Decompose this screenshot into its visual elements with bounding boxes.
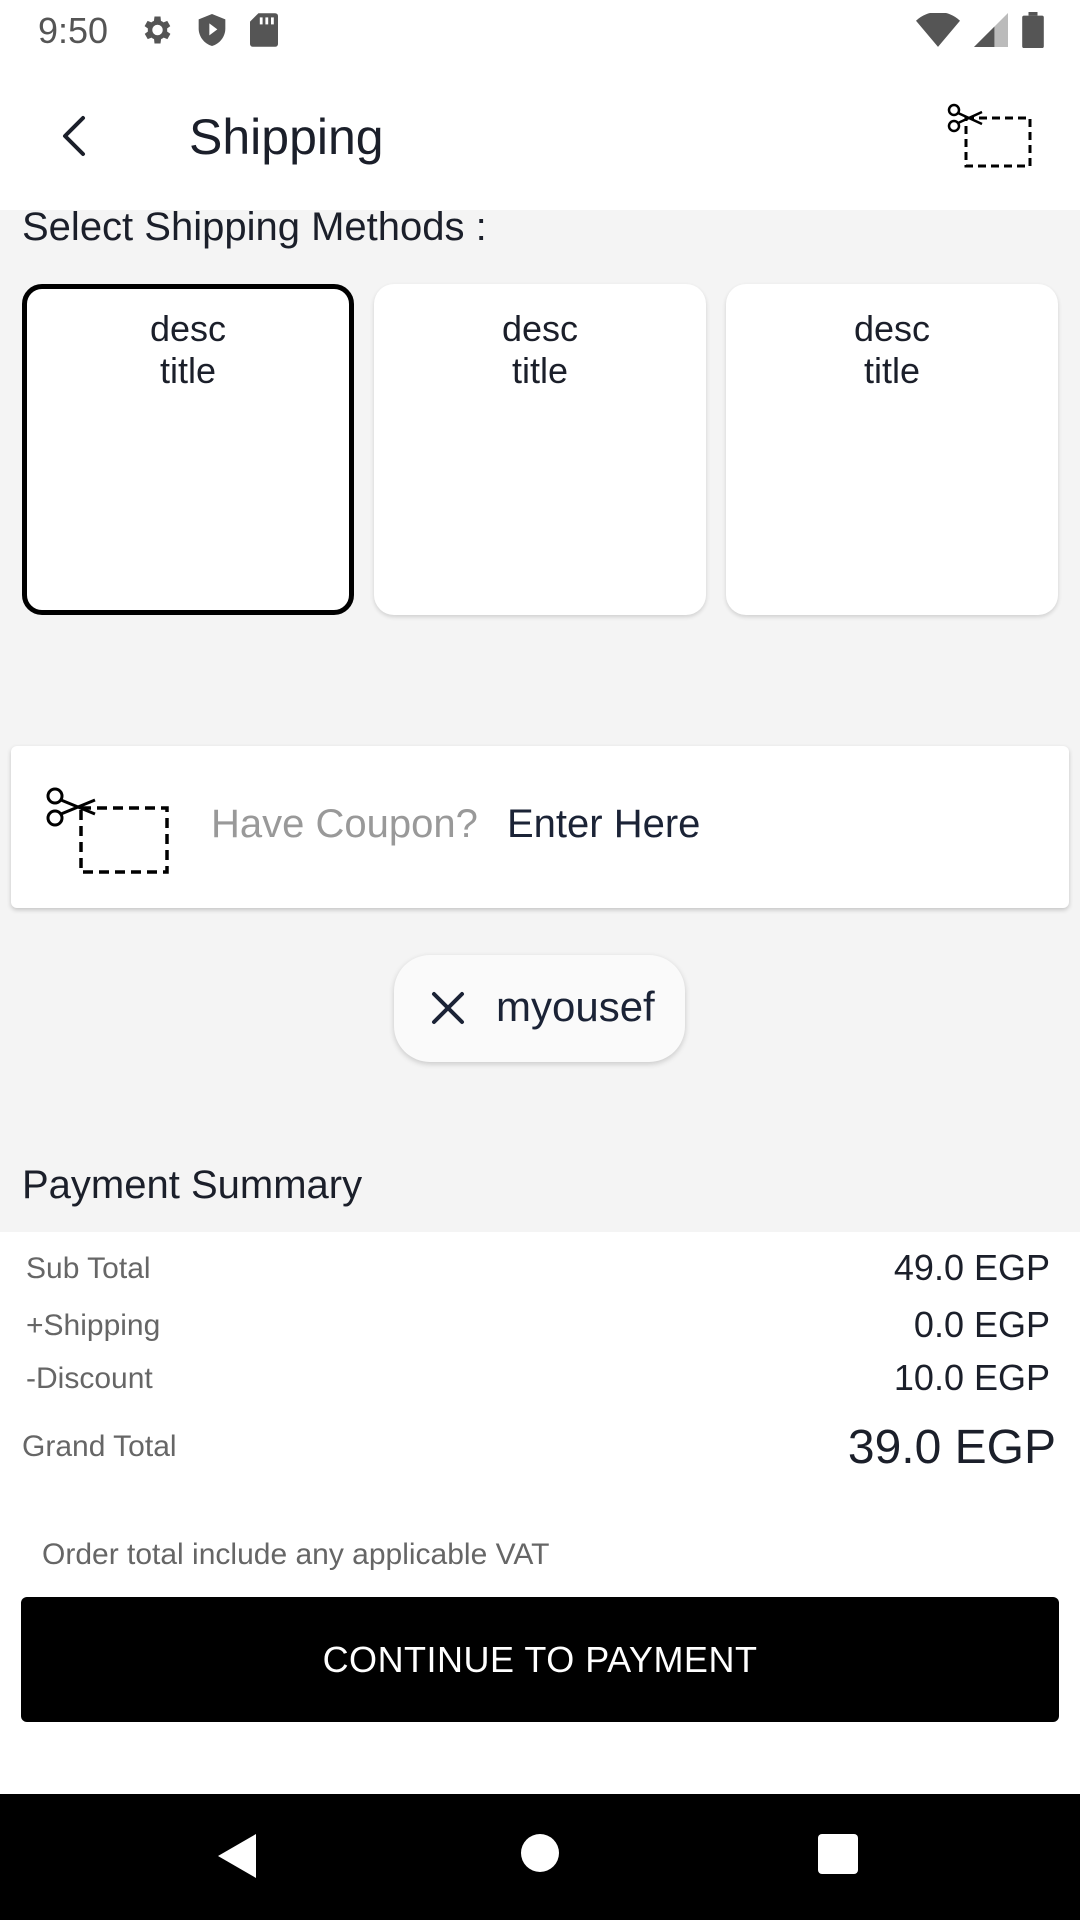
shipping-method-card-1[interactable]: desc title — [22, 284, 354, 615]
chevron-left-icon — [63, 116, 85, 156]
coupon-input-box[interactable]: Have Coupon? Enter Here — [11, 746, 1069, 908]
subtotal-value: 49.0 EGP — [893, 1247, 1050, 1288]
method-desc: desc — [853, 308, 931, 349]
gear-icon — [144, 16, 171, 44]
close-icon[interactable] — [428, 988, 468, 1028]
status-time: 9:50 — [38, 10, 109, 51]
scissors-coupon-icon — [46, 787, 169, 874]
nav-home-icon[interactable] — [521, 1834, 559, 1872]
coupon-header-button[interactable] — [946, 102, 1036, 172]
sd-card-icon — [250, 13, 278, 47]
continue-to-payment-button[interactable]: CONTINUE TO PAYMENT — [21, 1597, 1059, 1722]
system-nav-bar — [0, 1794, 1080, 1920]
page-title: Shipping — [189, 109, 384, 165]
method-desc: desc — [501, 308, 579, 349]
discount-label: -Discount — [26, 1362, 153, 1395]
wifi-icon — [916, 13, 960, 47]
scissors-coupon-icon — [947, 103, 1032, 168]
method-title: title — [863, 350, 921, 391]
battery-icon — [1022, 12, 1044, 48]
signal-icon — [974, 13, 1008, 47]
shipping-label: +Shipping — [26, 1309, 161, 1342]
nav-back-icon[interactable] — [218, 1834, 258, 1878]
status-icons-right — [916, 12, 1044, 48]
shipping-value: 0.0 EGP — [913, 1304, 1050, 1345]
applied-coupon-code: myousef — [496, 983, 655, 1030]
status-icons-left — [138, 12, 278, 48]
payment-summary-title: Payment Summary — [22, 1163, 363, 1207]
method-title: title — [511, 350, 569, 391]
coupon-enter-link[interactable]: Enter Here — [507, 802, 700, 847]
discount-value: 10.0 EGP — [893, 1357, 1050, 1398]
grand-total-value: 39.0 EGP — [847, 1421, 1056, 1474]
method-title: title — [159, 350, 217, 391]
status-bar: 9:50 — [0, 0, 1080, 62]
subtotal-label: Sub Total — [26, 1252, 151, 1285]
shipping-methods-label: Select Shipping Methods : — [22, 205, 487, 249]
method-desc: desc — [149, 308, 227, 349]
shipping-method-card-3[interactable]: desc title — [726, 284, 1058, 615]
back-button[interactable] — [44, 106, 104, 166]
coupon-placeholder: Have Coupon? — [211, 802, 478, 846]
applied-coupon-chip: myousef — [394, 955, 685, 1062]
shipping-method-card-2[interactable]: desc title — [374, 284, 706, 615]
shield-icon — [198, 14, 226, 46]
app-bar: Shipping — [0, 62, 1080, 210]
grand-total-label: Grand Total — [22, 1430, 177, 1463]
nav-recents-icon[interactable] — [818, 1834, 858, 1874]
vat-note: Order total include any applicable VAT — [42, 1538, 550, 1571]
